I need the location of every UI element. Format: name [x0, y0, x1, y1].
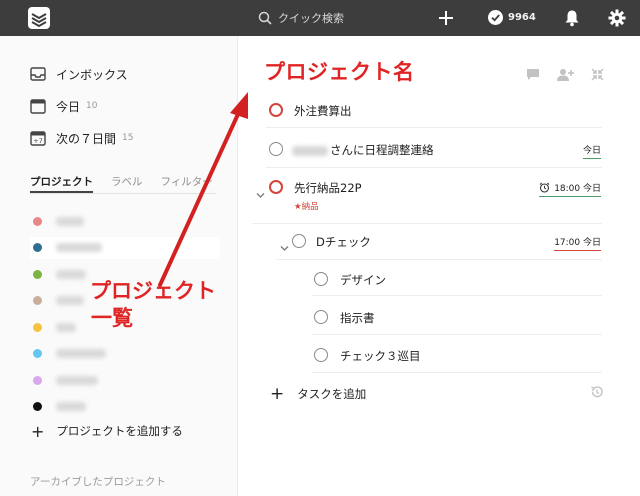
annotation-line-2: 一覧: [91, 306, 133, 330]
annotation-arrow: [158, 92, 248, 287]
annotation-line-1: プロジェクト: [90, 279, 216, 303]
annotation-text: プロジェクト 一覧: [90, 278, 216, 332]
